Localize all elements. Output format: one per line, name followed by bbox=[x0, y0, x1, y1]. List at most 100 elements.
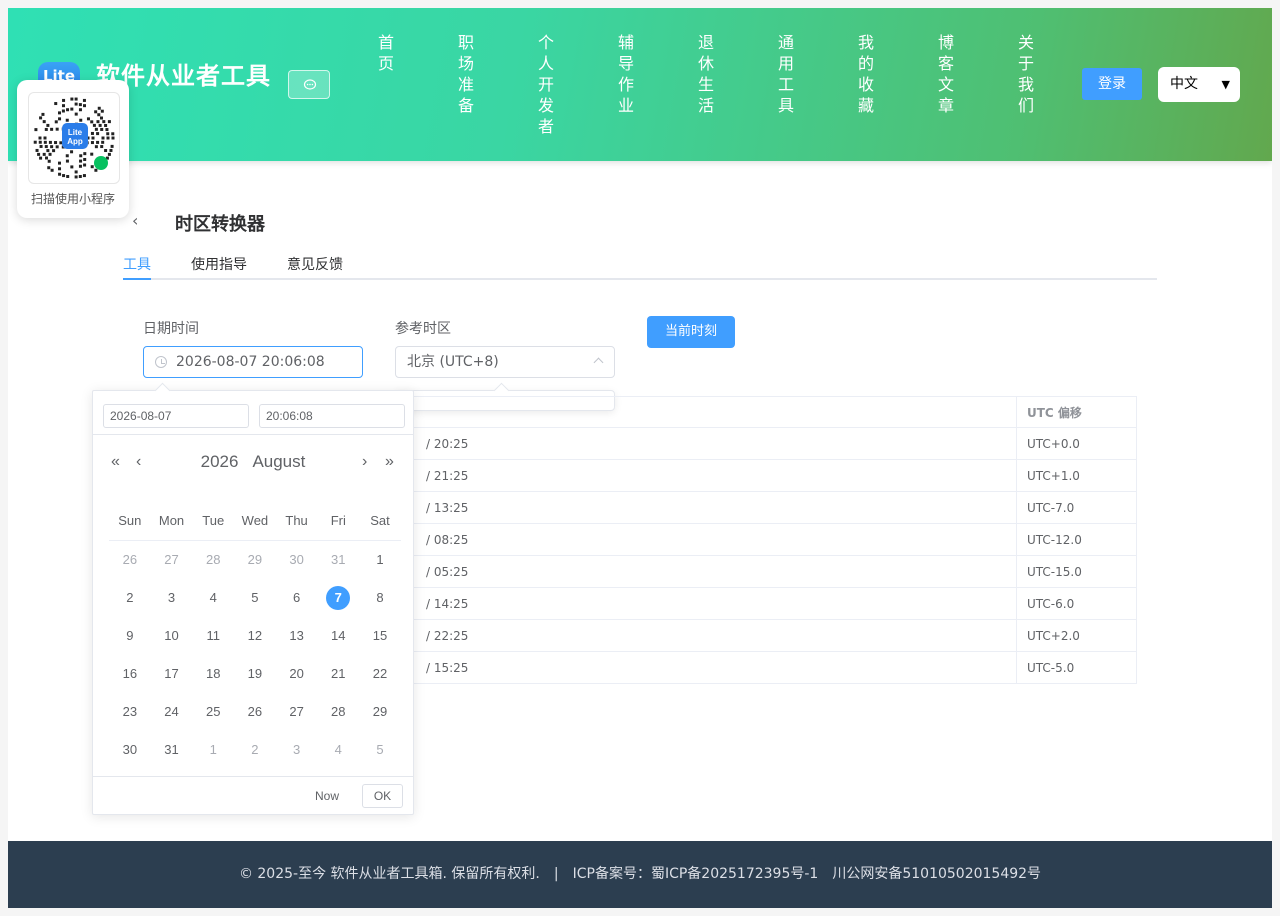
picker-year[interactable]: 2026 bbox=[201, 452, 239, 471]
calendar-day-number: 4 bbox=[209, 590, 217, 605]
nav-item[interactable]: 退休生活 bbox=[696, 32, 776, 137]
picker-ok-button[interactable]: OK bbox=[362, 784, 403, 808]
tab-tool[interactable]: 工具 bbox=[123, 254, 151, 274]
calendar-day[interactable]: 14 bbox=[317, 617, 359, 655]
calendar-day[interactable]: 28 bbox=[192, 541, 234, 579]
qr-dot bbox=[47, 159, 51, 163]
tab-bar: 工具 使用指导 意见反馈 bbox=[123, 252, 1157, 280]
calendar-day[interactable]: 1 bbox=[359, 541, 401, 579]
language-value: 中文 bbox=[1170, 76, 1198, 92]
calendar-day[interactable]: 25 bbox=[192, 693, 234, 731]
calendar-day[interactable]: 13 bbox=[276, 617, 318, 655]
calendar-day[interactable]: 26 bbox=[234, 693, 276, 731]
calendar-day[interactable]: 15 bbox=[359, 617, 401, 655]
calendar-day[interactable]: 4 bbox=[192, 579, 234, 617]
table-cell-offset: UTC+0.0 bbox=[1016, 427, 1137, 460]
calendar-day[interactable]: 30 bbox=[276, 541, 318, 579]
calendar-day[interactable]: 27 bbox=[151, 541, 193, 579]
calendar-day[interactable]: 1 bbox=[192, 731, 234, 769]
calendar-day[interactable]: 27 bbox=[276, 693, 318, 731]
tab-feedback[interactable]: 意见反馈 bbox=[287, 254, 343, 274]
calendar-day[interactable]: 2 bbox=[234, 731, 276, 769]
timezone-select[interactable]: 北京 (UTC+8) bbox=[395, 346, 615, 378]
weekday-row: Sun Mon Tue Wed Thu Fri Sat bbox=[109, 513, 401, 541]
tab-guide[interactable]: 使用指导 bbox=[191, 254, 247, 274]
calendar-day[interactable]: 18 bbox=[192, 655, 234, 693]
datetime-input[interactable]: 2026-08-07 20:06:08 bbox=[143, 346, 363, 378]
calendar-day[interactable]: 24 bbox=[151, 693, 193, 731]
qr-dot bbox=[42, 152, 46, 156]
footer-icp-link[interactable]: ICP备案号：蜀ICP备2025172395号-1 bbox=[573, 866, 819, 882]
qr-dot bbox=[34, 128, 38, 132]
calendar-day[interactable]: 16 bbox=[109, 655, 151, 693]
calendar-day[interactable]: 29 bbox=[234, 541, 276, 579]
calendar-day-number: 4 bbox=[334, 742, 342, 757]
calendar-day-number: 23 bbox=[122, 704, 138, 719]
calendar-day-selected[interactable]: 7 bbox=[317, 579, 359, 617]
picker-now-button[interactable]: Now bbox=[315, 789, 339, 803]
calendar-day-number: 17 bbox=[164, 666, 179, 681]
calendar-day[interactable]: 5 bbox=[359, 731, 401, 769]
qr-dot bbox=[106, 132, 110, 136]
calendar-day[interactable]: 5 bbox=[234, 579, 276, 617]
calendar-day[interactable]: 28 bbox=[317, 693, 359, 731]
nav-item[interactable]: 首页 bbox=[376, 32, 456, 137]
calendar-day[interactable]: 9 bbox=[109, 617, 151, 655]
next-year-icon[interactable]: » bbox=[385, 453, 394, 471]
nav-item[interactable]: 我的收藏 bbox=[856, 32, 936, 137]
calendar-day-number: 1 bbox=[209, 742, 217, 757]
calendar-day[interactable]: 26 bbox=[109, 541, 151, 579]
chevron-up-icon bbox=[593, 357, 604, 368]
qr-dot bbox=[54, 141, 58, 145]
table-cell-offset: UTC-5.0 bbox=[1016, 651, 1137, 684]
nav-item-label: 首页 bbox=[378, 33, 395, 73]
nav-item[interactable]: 通用工具 bbox=[776, 32, 856, 137]
picker-date-input[interactable]: 2026-08-07 bbox=[103, 404, 249, 428]
calendar-day[interactable]: 6 bbox=[276, 579, 318, 617]
calendar-day[interactable]: 17 bbox=[151, 655, 193, 693]
calendar-day[interactable]: 2 bbox=[109, 579, 151, 617]
qr-dot bbox=[50, 145, 54, 149]
nav-item[interactable]: 个人开发者 bbox=[536, 32, 616, 137]
nav-item[interactable]: 职场准备 bbox=[456, 32, 536, 137]
calendar-day[interactable]: 23 bbox=[109, 693, 151, 731]
calendar-day[interactable]: 8 bbox=[359, 579, 401, 617]
nav-item-label: 关于我们 bbox=[1018, 33, 1035, 115]
calendar-day[interactable]: 12 bbox=[234, 617, 276, 655]
calendar-day[interactable]: 10 bbox=[151, 617, 193, 655]
calendar-day[interactable]: 21 bbox=[317, 655, 359, 693]
calendar-day[interactable]: 4 bbox=[317, 731, 359, 769]
calendar-day[interactable]: 3 bbox=[151, 579, 193, 617]
qr-dot bbox=[74, 112, 78, 116]
picker-month[interactable]: August bbox=[252, 452, 305, 471]
calendar-day-number: 7 bbox=[326, 586, 351, 610]
picker-time-input[interactable]: 20:06:08 bbox=[259, 404, 405, 428]
footer-police-link[interactable]: 川公网安备51010502015492号 bbox=[832, 866, 1041, 882]
calendar-day[interactable]: 3 bbox=[276, 731, 318, 769]
next-month-icon[interactable]: › bbox=[362, 453, 367, 471]
calendar-day[interactable]: 29 bbox=[359, 693, 401, 731]
calendar-day[interactable]: 11 bbox=[192, 617, 234, 655]
qr-dot bbox=[79, 154, 83, 158]
qr-dot bbox=[65, 154, 69, 158]
nav-item[interactable]: 博客文章 bbox=[936, 32, 1016, 137]
login-button[interactable]: 登录 bbox=[1082, 68, 1142, 100]
calendar-day-number: 29 bbox=[247, 552, 263, 567]
back-icon[interactable]: ‹ bbox=[132, 211, 138, 230]
qr-dot bbox=[90, 165, 94, 169]
chat-button[interactable] bbox=[288, 70, 330, 99]
chat-icon bbox=[303, 79, 317, 90]
current-time-button[interactable]: 当前时刻 bbox=[647, 316, 735, 348]
qr-dot bbox=[74, 170, 78, 174]
calendar-day[interactable]: 19 bbox=[234, 655, 276, 693]
qr-dot bbox=[39, 116, 43, 120]
nav-item[interactable]: 辅导作业 bbox=[616, 32, 696, 137]
language-select[interactable]: 中文 ▼ bbox=[1158, 67, 1240, 102]
calendar-day[interactable]: 22 bbox=[359, 655, 401, 693]
calendar-day[interactable]: 30 bbox=[109, 731, 151, 769]
calendar-day[interactable]: 31 bbox=[151, 731, 193, 769]
qr-dot bbox=[90, 131, 94, 135]
calendar-day[interactable]: 31 bbox=[317, 541, 359, 579]
calendar-day[interactable]: 20 bbox=[276, 655, 318, 693]
qr-dot bbox=[44, 156, 48, 160]
